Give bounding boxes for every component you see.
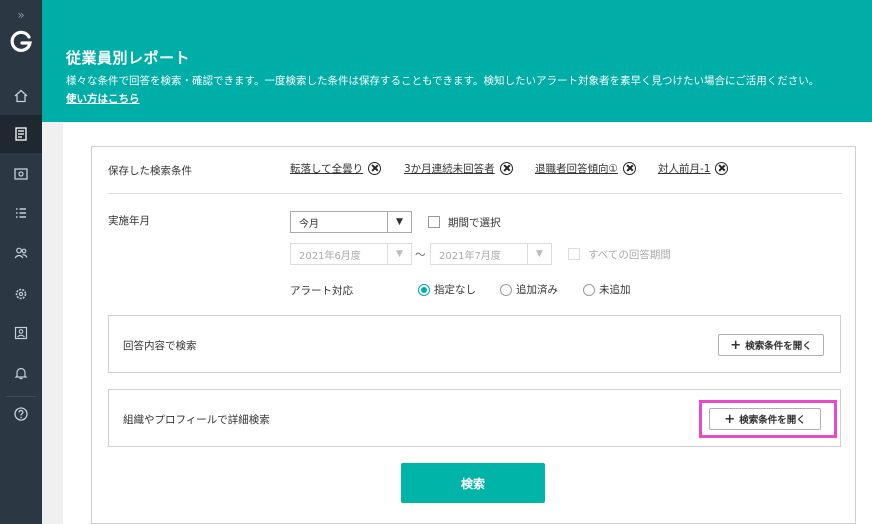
remove-condition-icon[interactable] — [499, 162, 513, 175]
saved-conditions-label: 保存した検索条件 — [108, 165, 192, 177]
answer-content-panel: 回答内容で検索 + 検索条件を開く — [108, 315, 841, 373]
organization-profile-panel: 組織やプロフィールで詳細検索 + 検索条件を開く — [108, 389, 841, 447]
remove-condition-icon[interactable] — [715, 162, 729, 175]
help-link[interactable]: 使い方はこちら — [66, 91, 140, 106]
report-icon — [15, 127, 27, 141]
saved-condition[interactable]: 退職者回答傾向① — [535, 161, 636, 176]
page-description: 様々な条件で回答を検索・確認できます。一度検索した条件は保存することもできます。… — [66, 75, 820, 87]
from-month-value: 2021年6月度 — [299, 250, 361, 262]
plus-icon: + — [724, 411, 736, 427]
to-month-value: 2021年7月度 — [439, 250, 501, 262]
saved-condition-label[interactable]: 退職者回答傾向① — [535, 161, 618, 176]
chevron-down-icon: ▼ — [387, 244, 411, 264]
gear-icon — [15, 288, 27, 300]
chevron-down-icon: ▼ — [387, 212, 411, 232]
sidebar-item-report[interactable] — [0, 115, 42, 153]
alert-label: アラート対応 — [290, 285, 353, 297]
alert-option-label: 未追加 — [599, 284, 631, 296]
help-icon — [14, 407, 28, 421]
main-content: 保存した検索条件 転落して全曇り 3か月連続未回答者 退職者回答傾向① 対人前月… — [63, 122, 872, 524]
sidebar-item-users[interactable] — [0, 234, 42, 272]
alert-option-label: 追加済み — [516, 284, 558, 296]
to-month-select[interactable]: 2021年7月度 ▼ — [430, 243, 552, 265]
period-label: 実施年月 — [108, 215, 150, 227]
alert-option-not-added[interactable]: 未追加 — [583, 282, 631, 297]
period-select[interactable]: 今月 ▼ — [290, 211, 412, 233]
sidebar-item-list[interactable] — [0, 194, 42, 232]
sidebar-item-home[interactable] — [0, 77, 42, 115]
home-icon — [14, 89, 28, 103]
remove-condition-icon[interactable] — [368, 162, 382, 175]
bell-icon — [14, 367, 28, 380]
plus-icon: + — [730, 337, 742, 353]
range-separator: ～ — [415, 249, 426, 261]
list-icon — [16, 208, 26, 218]
users-icon — [14, 247, 28, 259]
saved-condition-label[interactable]: 3か月連続未回答者 — [404, 161, 495, 176]
alert-option-none[interactable]: 指定なし — [418, 282, 476, 297]
from-month-select[interactable]: 2021年6月度 ▼ — [290, 243, 412, 265]
remove-condition-icon[interactable] — [622, 162, 636, 175]
expand-sidebar-icon[interactable]: » — [0, 8, 42, 22]
period-select-value: 今月 — [299, 218, 319, 230]
open-answer-conditions-button[interactable]: + 検索条件を開く — [718, 334, 824, 356]
section-divider — [108, 193, 842, 194]
sidebar-item-profile[interactable] — [0, 314, 42, 352]
saved-condition-label[interactable]: 対人前月-1 — [658, 161, 710, 176]
sidebar-item-survey[interactable] — [0, 155, 42, 193]
organization-panel-title: 組織やプロフィールで詳細検索 — [123, 414, 270, 426]
radio-button[interactable] — [500, 283, 512, 296]
search-button[interactable]: 検索 — [401, 463, 545, 503]
survey-icon — [14, 168, 28, 180]
saved-condition-label[interactable]: 転落して全曇り — [290, 161, 363, 176]
logo-icon — [10, 30, 32, 52]
radio-button[interactable] — [583, 283, 595, 296]
open-button-label: 検索条件を開く — [745, 341, 812, 352]
saved-condition[interactable]: 3か月連続未回答者 — [404, 161, 513, 176]
open-button-label: 検索条件を開く — [739, 415, 806, 426]
period-range-checkbox[interactable] — [428, 216, 440, 228]
alert-option-added[interactable]: 追加済み — [500, 282, 558, 297]
sidebar-item-help[interactable] — [0, 395, 42, 433]
all-periods-checkbox[interactable] — [568, 248, 580, 260]
alert-option-label: 指定なし — [434, 284, 476, 296]
page-title: 従業員別レポート — [66, 49, 191, 67]
open-organization-conditions-button[interactable]: + 検索条件を開く — [709, 408, 821, 430]
page-header: 従業員別レポート 様々な条件で回答を検索・確認できます。一度検索した条件は保存す… — [42, 0, 872, 122]
sidebar-item-notifications[interactable] — [0, 354, 42, 392]
saved-condition[interactable]: 対人前月-1 — [658, 161, 729, 176]
period-range-checkbox-label: 期間で選択 — [448, 217, 501, 229]
sidebar-item-settings[interactable] — [0, 275, 42, 313]
answer-content-panel-title: 回答内容で検索 — [123, 340, 197, 352]
sidebar: » — [0, 0, 42, 524]
search-form: 保存した検索条件 転落して全曇り 3か月連続未回答者 退職者回答傾向① 対人前月… — [91, 146, 856, 524]
saved-condition[interactable]: 転落して全曇り — [290, 161, 382, 176]
radio-button[interactable] — [418, 283, 430, 296]
chevron-down-icon: ▼ — [527, 244, 551, 264]
person-frame-icon — [14, 326, 28, 340]
all-periods-checkbox-label: すべての回答期間 — [588, 249, 671, 261]
